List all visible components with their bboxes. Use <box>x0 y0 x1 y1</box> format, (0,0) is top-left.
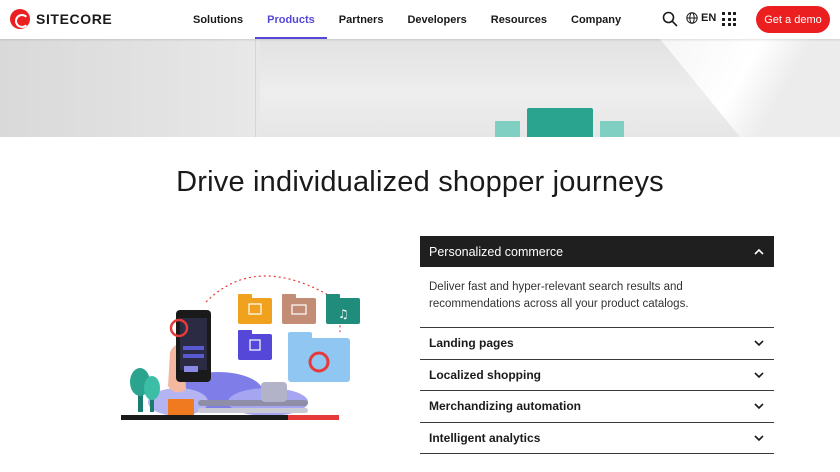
sitecore-logo-icon <box>10 9 30 29</box>
accordion-item-landing-pages[interactable]: Landing pages <box>420 328 774 360</box>
get-a-demo-button[interactable]: Get a demo <box>756 6 830 33</box>
accordion-title: Intelligent analytics <box>429 430 541 445</box>
nav-item-developers[interactable]: Developers <box>395 0 478 39</box>
hero-image <box>0 39 840 137</box>
accordion-title: Personalized commerce <box>429 244 564 259</box>
chevron-down-icon <box>754 435 764 441</box>
chevron-down-icon <box>754 403 764 410</box>
commerce-illustration: ♫ <box>118 262 368 424</box>
accordion-title: Localized shopping <box>429 367 542 382</box>
brand-name: SITECORE <box>36 11 113 27</box>
nav-item-partners[interactable]: Partners <box>327 0 396 39</box>
nav-item-solutions[interactable]: Solutions <box>181 0 255 39</box>
accordion-title: Merchandizing automation <box>429 399 582 414</box>
chevron-down-icon <box>754 372 764 378</box>
section-heading: Drive individualized shopper journeys <box>176 166 664 198</box>
accordion-item-localized-shopping[interactable]: Localized shopping <box>420 360 774 391</box>
accordion-body: Deliver fast and hyper-relevant search r… <box>420 267 774 328</box>
search-icon[interactable] <box>662 11 678 27</box>
nav-item-company[interactable]: Company <box>559 0 633 39</box>
accordion-item-intelligent-analytics[interactable]: Intelligent analytics <box>420 423 774 454</box>
chevron-up-icon <box>754 248 764 255</box>
site-header: SITECORE Solutions Products Partners Dev… <box>0 0 840 39</box>
language-label: EN <box>701 12 717 24</box>
nav-item-products[interactable]: Products <box>255 0 327 39</box>
sitecore-logo[interactable]: SITECORE <box>10 9 112 29</box>
svg-text:♫: ♫ <box>338 307 349 321</box>
feature-accordion: Personalized commerce Deliver fast and h… <box>420 236 774 454</box>
grid-icon[interactable] <box>722 12 736 26</box>
globe-icon <box>686 12 698 24</box>
main-nav: Solutions Products Partners Developers R… <box>181 0 633 39</box>
accordion-header-personalized-commerce[interactable]: Personalized commerce <box>420 236 774 267</box>
chevron-down-icon <box>754 340 764 347</box>
accordion-item-merchandizing-automation[interactable]: Merchandizing automation <box>420 391 774 423</box>
language-selector[interactable]: EN <box>686 12 716 24</box>
accordion-title: Landing pages <box>429 336 514 351</box>
nav-item-resources[interactable]: Resources <box>479 0 559 39</box>
